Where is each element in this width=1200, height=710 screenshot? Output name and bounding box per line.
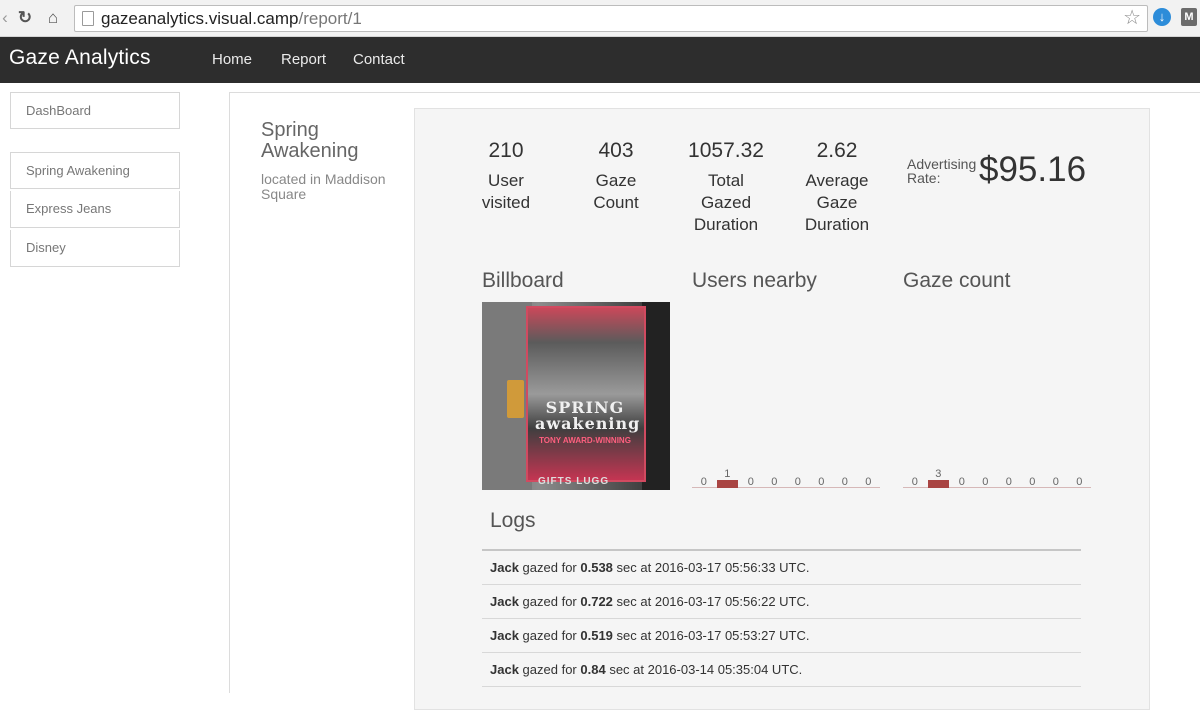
nav-report[interactable]: Report (281, 51, 326, 68)
star-icon[interactable]: ☆ (1123, 6, 1141, 31)
top-navbar: Gaze Analytics Home Report Contact (0, 37, 1200, 83)
stat-value: 403 (598, 139, 634, 162)
log-row: Jack gazed for 0.519 sec at 2016-03-17 0… (482, 619, 1081, 653)
download-extension-icon[interactable]: ↓ (1153, 8, 1171, 26)
logs-heading: Logs (490, 509, 536, 532)
sidebar-item-disney[interactable]: Disney (10, 230, 180, 267)
chart-value-label: 0 (911, 476, 918, 488)
log-text: gazed for (522, 628, 577, 643)
stat-label: Total Gazed Duration (693, 171, 759, 234)
gaze-count-chart: 0 3 0 0 0 0 0 0 (903, 460, 1091, 490)
reload-icon[interactable]: ↻ (14, 7, 36, 29)
log-row: Jack gazed for 0.84 sec at 2016-03-14 05… (482, 653, 1081, 687)
home-icon[interactable]: ⌂ (42, 7, 64, 29)
advertising-rate-label: Advertising Rate: (907, 156, 977, 186)
log-user: Jack (490, 628, 519, 643)
chart-bar (716, 480, 738, 488)
chart-value-label: 0 (982, 476, 989, 488)
brand-title[interactable]: Gaze Analytics (9, 46, 151, 70)
url-text: gazeanalytics.visual.camp/report/1 (101, 9, 362, 28)
page-icon (82, 11, 94, 26)
chart-value-label: 0 (1005, 476, 1012, 488)
log-user: Jack (490, 560, 519, 575)
stat-label: User visited (481, 171, 531, 212)
stat-value: 210 (488, 139, 524, 162)
log-duration: 0.519 (580, 628, 613, 643)
log-duration: 0.538 (580, 560, 613, 575)
stat-label: Gaze Count (593, 171, 639, 212)
users-nearby-heading: Users nearby (692, 269, 817, 292)
users-nearby-chart: 0 1 0 0 0 0 0 0 (692, 460, 880, 490)
browser-toolbar: ‹ ↻ ⌂ gazeanalytics.visual.camp/report/1… (0, 0, 1200, 37)
chart-value-label: 0 (771, 476, 778, 488)
chart-value-label: 1 (724, 468, 731, 480)
log-duration: 0.722 (580, 594, 613, 609)
campaign-title: Spring Awakening (261, 119, 359, 162)
stat-value: 1057.32 (688, 139, 764, 162)
log-row: Jack gazed for 0.538 sec at 2016-03-17 0… (482, 551, 1081, 585)
sidebar-item-dashboard[interactable]: DashBoard (10, 92, 180, 129)
billboard-image: SPRING awakening TONY AWARD-WINNING GIFT… (482, 302, 670, 490)
building-shape (642, 302, 670, 490)
log-text: sec at 2016-03-17 05:56:33 UTC. (616, 560, 810, 575)
log-user: Jack (490, 662, 519, 677)
chart-value-label: 0 (818, 476, 825, 488)
poster-shape (526, 306, 646, 482)
store-sign-text: GIFTS LUGG (538, 476, 610, 487)
gaze-count-heading: Gaze count (903, 269, 1011, 292)
log-row: Jack gazed for 0.722 sec at 2016-03-17 0… (482, 585, 1081, 619)
chart-value-label: 0 (841, 476, 848, 488)
chart-value-label: 0 (747, 476, 754, 488)
chart-value-label: 0 (865, 476, 872, 488)
billboard-heading: Billboard (482, 269, 564, 292)
log-text: gazed for (522, 560, 577, 575)
nav-home[interactable]: Home (212, 51, 252, 68)
menu-extension-icon[interactable]: M (1181, 8, 1197, 26)
nav-contact[interactable]: Contact (353, 51, 405, 68)
log-text: gazed for (522, 662, 577, 677)
poster-title-text: SPRING awakening (535, 398, 641, 433)
stat-gaze-count: 403 Gaze Count (576, 140, 656, 214)
back-icon[interactable]: ‹ (0, 7, 10, 29)
advertising-rate-value: $95.16 (979, 150, 1087, 189)
log-text: gazed for (522, 594, 577, 609)
stat-total-gazed-duration: 1057.32 Total Gazed Duration (681, 140, 771, 236)
chart-value-label: 3 (935, 468, 942, 480)
chart-value-label: 0 (1052, 476, 1059, 488)
stat-label: Average Gaze Duration (804, 171, 870, 234)
stat-users-visited: 210 User visited (466, 140, 546, 214)
poster-subtitle-text: TONY AWARD-WINNING (539, 436, 631, 445)
sidebar-item-spring-awakening[interactable]: Spring Awakening (10, 152, 180, 189)
campaign-location: located in Maddison Square (261, 171, 386, 202)
chart-value-label: 0 (1076, 476, 1083, 488)
log-text: sec at 2016-03-17 05:53:27 UTC. (616, 628, 810, 643)
chart-value-label: 0 (700, 476, 707, 488)
address-bar[interactable]: gazeanalytics.visual.camp/report/1 ☆ (74, 5, 1148, 32)
chart-value-label: 0 (958, 476, 965, 488)
log-text: sec at 2016-03-17 05:56:22 UTC. (616, 594, 810, 609)
log-user: Jack (490, 594, 519, 609)
stat-average-gaze-duration: 2.62 Average Gaze Duration (792, 140, 882, 236)
sidebar-item-express-jeans[interactable]: Express Jeans (10, 191, 180, 228)
log-text: sec at 2016-03-14 05:35:04 UTC. (609, 662, 803, 677)
traffic-light-shape (507, 380, 524, 418)
log-duration: 0.84 (580, 662, 606, 677)
stat-value: 2.62 (816, 139, 858, 162)
chart-value-label: 0 (1029, 476, 1036, 488)
chart-bar (927, 480, 949, 488)
chart-value-label: 0 (794, 476, 801, 488)
